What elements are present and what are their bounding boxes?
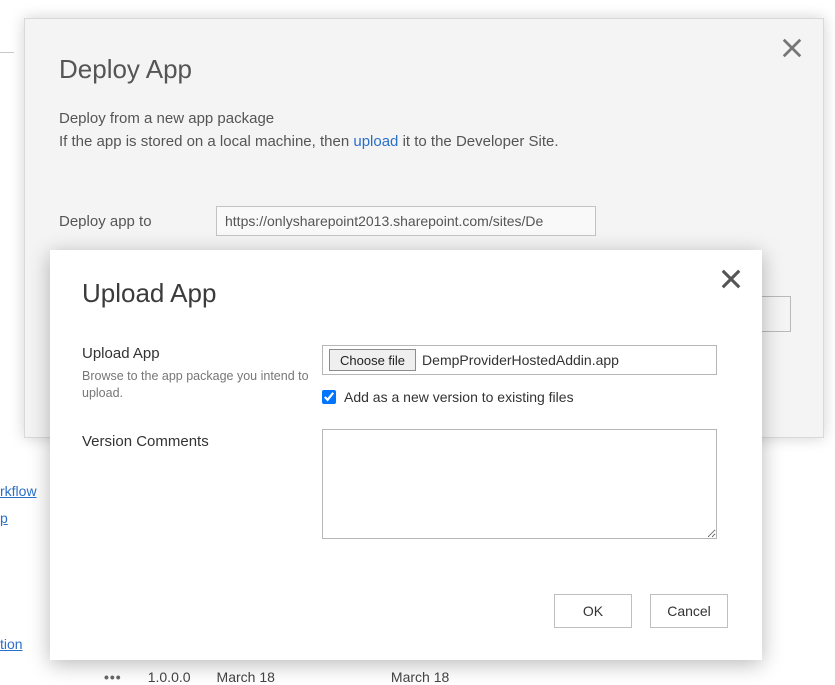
row-menu-icon[interactable]: ••• xyxy=(104,669,122,685)
upload-link[interactable]: upload xyxy=(353,133,398,150)
deploy-body-prefix: If the app is stored on a local machine,… xyxy=(59,133,353,150)
row-date-modified: March 18 xyxy=(217,669,275,685)
version-comments-label: Version Comments xyxy=(82,429,322,544)
deploy-to-input[interactable] xyxy=(216,206,596,236)
upload-app-help: Browse to the app package you intend to … xyxy=(82,368,322,402)
file-input-wrapper[interactable]: Choose file DempProviderHostedAddin.app xyxy=(322,345,717,375)
upload-dialog-title: Upload App xyxy=(82,278,730,309)
divider xyxy=(0,52,14,53)
close-icon[interactable] xyxy=(781,37,803,59)
dialog-actions: OK Cancel xyxy=(554,594,728,628)
add-version-checkbox[interactable] xyxy=(322,390,336,404)
version-comments-field xyxy=(322,429,730,544)
deploy-subtitle: Deploy from a new app package xyxy=(59,110,789,127)
deploy-body-text: If the app is stored on a local machine,… xyxy=(59,133,789,150)
deploy-body-suffix: it to the Developer Site. xyxy=(398,133,558,150)
add-version-label: Add as a new version to existing files xyxy=(344,389,574,405)
upload-app-label: Upload App xyxy=(82,345,322,362)
deploy-to-label: Deploy app to xyxy=(59,213,216,230)
choose-file-button[interactable]: Choose file xyxy=(329,349,416,371)
version-comments-input[interactable] xyxy=(322,429,717,539)
upload-app-label-block: Upload App Browse to the app package you… xyxy=(82,345,322,405)
row-version: 1.0.0.0 xyxy=(148,669,191,685)
nav-link-p[interactable]: p xyxy=(0,510,8,526)
nav-link-tion[interactable]: tion xyxy=(0,636,23,652)
cancel-button[interactable]: Cancel xyxy=(650,594,728,628)
list-row: ••• 1.0.0.0 March 18 March 18 xyxy=(104,669,449,685)
chosen-file-name: DempProviderHostedAddin.app xyxy=(422,352,619,368)
add-version-row[interactable]: Add as a new version to existing files xyxy=(322,389,730,405)
deploy-dialog-title: Deploy App xyxy=(59,54,789,85)
ok-button[interactable]: OK xyxy=(554,594,632,628)
row-date-created: March 18 xyxy=(391,669,449,685)
upload-app-field: Choose file DempProviderHostedAddin.app … xyxy=(322,345,730,405)
nav-link-workflow[interactable]: rkflow xyxy=(0,483,37,499)
upload-app-dialog: Upload App Upload App Browse to the app … xyxy=(50,250,762,660)
close-icon[interactable] xyxy=(720,268,742,290)
